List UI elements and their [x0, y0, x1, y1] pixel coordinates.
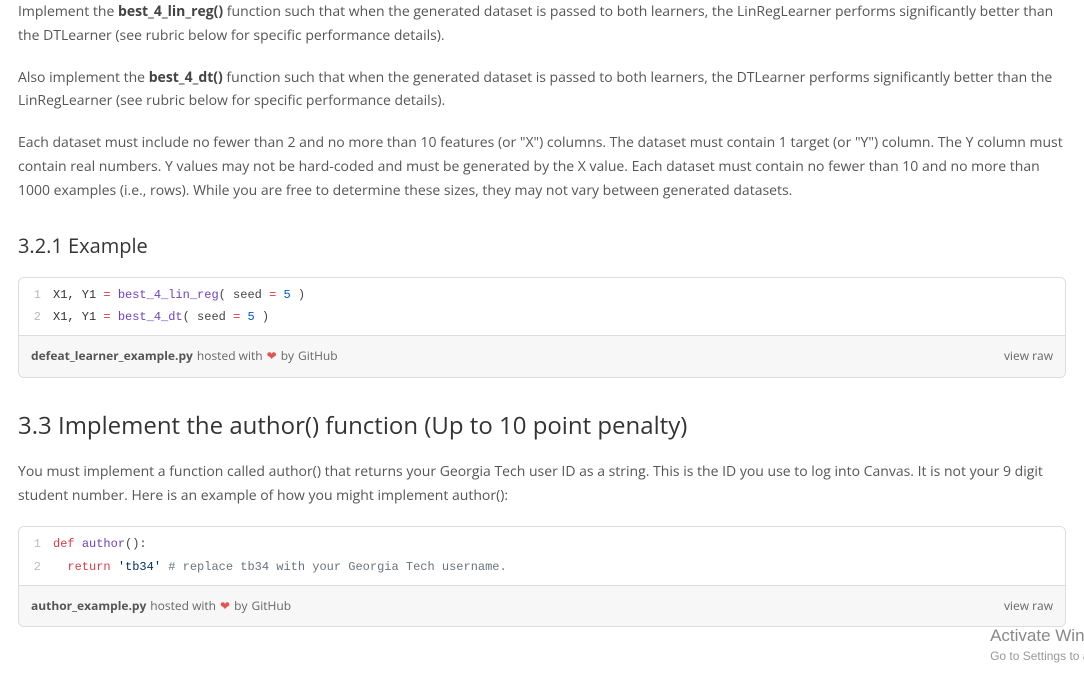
- heart-icon: ❤: [267, 346, 277, 366]
- line-number: 2: [19, 306, 53, 329]
- code-line: 2 X1, Y1 = best_4_dt( seed = 5 ): [19, 306, 1065, 329]
- gist-meta-bar: defeat_learner_example.py hosted with ❤ …: [19, 335, 1065, 376]
- code-line: 1 def author():: [19, 533, 1065, 556]
- code-content: X1, Y1 = best_4_dt( seed = 5 ): [53, 306, 1065, 329]
- gist-code-block: 1 def author(): 2 return 'tb34' # replac…: [19, 527, 1065, 585]
- code-line: 2 return 'tb34' # replace tb34 with your…: [19, 556, 1065, 579]
- gist-filename-link[interactable]: author_example.py: [31, 596, 146, 616]
- heading-33-author: 3.3 Implement the author() function (Up …: [18, 406, 1066, 447]
- paragraph-author-desc: You must implement a function called aut…: [18, 460, 1066, 508]
- line-number: 2: [19, 556, 53, 579]
- code-line: 1 X1, Y1 = best_4_lin_reg( seed = 5 ): [19, 284, 1065, 307]
- gist-author-example: 1 def author(): 2 return 'tb34' # replac…: [18, 526, 1066, 627]
- gist-github-link[interactable]: GitHub: [251, 596, 291, 616]
- bold-fn-name: best_4_dt(): [149, 68, 223, 87]
- gist-hosted-text: hosted with: [197, 346, 263, 366]
- gist-defeat-learner: 1 X1, Y1 = best_4_lin_reg( seed = 5 ) 2 …: [18, 277, 1066, 378]
- code-content: X1, Y1 = best_4_lin_reg( seed = 5 ): [53, 284, 1065, 307]
- gist-view-raw-link[interactable]: view raw: [1004, 596, 1053, 616]
- watermark-line2: Go to Settings to a: [990, 648, 1084, 665]
- paragraph-best4dt: Also implement the best_4_dt() function …: [18, 66, 1066, 114]
- paragraph-dataset-reqs: Each dataset must include no fewer than …: [18, 131, 1066, 202]
- heart-icon: ❤: [220, 596, 230, 616]
- watermark-line1: Activate Wind: [990, 624, 1084, 648]
- gist-code-block: 1 X1, Y1 = best_4_lin_reg( seed = 5 ) 2 …: [19, 278, 1065, 336]
- windows-activation-watermark: Activate Wind Go to Settings to a: [990, 624, 1084, 665]
- paragraph-best4linreg: Implement the best_4_lin_reg() function …: [18, 0, 1066, 48]
- text: Also implement the: [18, 68, 149, 87]
- code-content: def author():: [53, 533, 1065, 556]
- text: Implement the: [18, 2, 118, 21]
- heading-321-example: 3.2.1 Example: [18, 229, 1066, 263]
- code-content: return 'tb34' # replace tb34 with your G…: [53, 556, 1065, 579]
- line-number: 1: [19, 533, 53, 556]
- bold-fn-name: best_4_lin_reg(): [118, 2, 223, 21]
- gist-hosted-text: hosted with: [150, 596, 216, 616]
- gist-by-text: by: [234, 596, 247, 616]
- gist-meta-bar: author_example.py hosted with ❤ by GitHu…: [19, 585, 1065, 626]
- line-number: 1: [19, 284, 53, 307]
- gist-filename-link[interactable]: defeat_learner_example.py: [31, 346, 193, 366]
- gist-by-text: by: [281, 346, 294, 366]
- gist-github-link[interactable]: GitHub: [298, 346, 338, 366]
- gist-view-raw-link[interactable]: view raw: [1004, 346, 1053, 366]
